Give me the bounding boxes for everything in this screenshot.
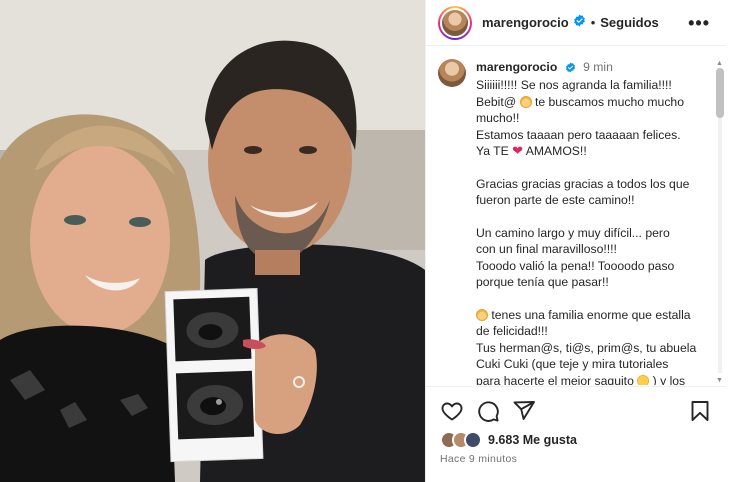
comments-area[interactable]: marengorocio 9 min Siiiiii!!!!! Se nos a… [426, 47, 726, 385]
photo-illustration [0, 0, 425, 482]
caption-line-text: te buscamos mucho mucho [534, 94, 684, 109]
caption-line: tenes una familia enorme que estalla [476, 307, 712, 323]
caption-line: Ya TE ❤ AMAMOS!! [476, 143, 712, 159]
caption-line-text: tenes una familia enorme que estalla [491, 308, 691, 323]
scroll-thumb[interactable] [716, 68, 724, 118]
more-options-icon[interactable]: ••• [688, 13, 710, 34]
verified-badge-icon [573, 14, 586, 32]
caption-line: fueron parte de este camino!! [476, 193, 635, 208]
post-actions: 9.683 Me gusta Hace 9 minutos [426, 386, 726, 482]
scroll-up-arrow-icon[interactable]: ▲ [716, 60, 723, 68]
caption-line: Cuki Cuki (que teje y mira tutoriales [476, 357, 669, 372]
baby-emoji-icon [519, 95, 532, 108]
following-button[interactable]: Seguidos [600, 15, 659, 30]
caption-line: Tooodo valió la pena!! Toooodo paso [476, 258, 675, 273]
caption-line: con un final maravilloso!!!! [476, 242, 617, 257]
caption-line-text: ) y los [652, 373, 686, 385]
post-header: marengorocio • Seguidos ••• [426, 0, 726, 46]
caption-text: marengorocio 9 min Siiiiii!!!!! Se nos a… [476, 59, 712, 385]
caption-line: Estamos taaaan pero taaaaan felices. [476, 127, 681, 142]
caption-line: porque tenía que pasar!! [476, 275, 609, 290]
header-separator: • [590, 15, 596, 30]
share-icon[interactable] [512, 399, 536, 423]
caption-line: Gracias gracias gracias a todos los que [476, 176, 690, 191]
heart-icon[interactable] [440, 399, 464, 423]
verified-badge-icon [565, 61, 576, 77]
caption: marengorocio 9 min Siiiiii!!!!! Se nos a… [438, 59, 712, 385]
likes-count[interactable]: 9.683 Me gusta [488, 433, 577, 447]
comments-scrollbar[interactable]: ▲ ▼ [716, 60, 724, 385]
caption-line: Tus herman@s, ti@s, prim@s, tu abuela [476, 340, 697, 355]
caption-line-prefix: Ya TE [476, 144, 509, 159]
likes-summary[interactable]: 9.683 Me gusta [440, 431, 577, 449]
post-detail-panel: marengorocio • Seguidos ••• marengorocio [425, 0, 730, 482]
caption-line: Siiiiii!!!!! Se nos agranda la familia!!… [476, 78, 672, 93]
caption-line: mucho!! [476, 111, 520, 126]
caption-line-prefix: Bebit@ [476, 94, 517, 109]
caption-line-text: AMAMOS!! [525, 144, 587, 159]
liker-avatar[interactable] [464, 431, 482, 449]
scroll-down-arrow-icon[interactable]: ▼ [716, 377, 723, 385]
caption-time: 9 min [583, 60, 613, 74]
post-timestamp[interactable]: Hace 9 minutos [440, 453, 517, 465]
author-avatar[interactable] [438, 5, 472, 40]
baby-emoji-icon [476, 309, 488, 322]
caption-line: Un camino largo y muy difícil... pero [476, 226, 670, 241]
heart-emoji-icon: ❤ [512, 143, 524, 159]
post-photo [0, 0, 425, 482]
bookmark-icon[interactable] [688, 399, 712, 423]
caption-avatar[interactable] [438, 59, 466, 87]
caption-username[interactable]: marengorocio [476, 60, 557, 74]
smiling-emoji-icon [637, 374, 650, 385]
caption-line: de felicidad!!! [476, 324, 548, 339]
caption-line: Bebit@ te buscamos mucho mucho [476, 94, 712, 110]
caption-line-text: para hacerte el mejor saquito [476, 373, 634, 385]
author-username[interactable]: marengorocio [482, 15, 569, 30]
caption-line: para hacerte el mejor saquito ) y los [476, 373, 712, 385]
comment-icon[interactable] [476, 399, 500, 423]
